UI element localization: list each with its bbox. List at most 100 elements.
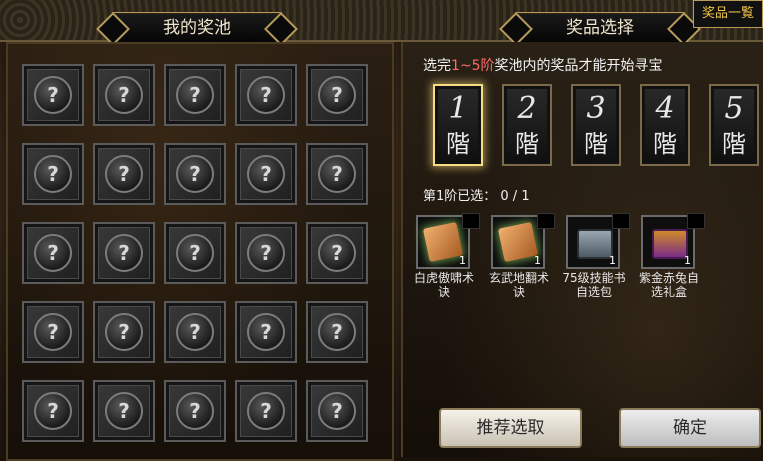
tier-label: 階 [722, 130, 746, 158]
question-icon: ? [247, 392, 285, 430]
tier-number: 5 [724, 91, 744, 126]
pool-slot[interactable]: ? [93, 64, 155, 126]
pool-slot[interactable]: ? [164, 301, 226, 363]
reward-name: 75级技能书自选包 [562, 271, 626, 299]
pool-slot[interactable]: ? [306, 143, 368, 205]
question-icon: ? [318, 76, 356, 114]
question-icon: ? [34, 313, 72, 351]
reward-icon-frame: 1 [641, 213, 705, 269]
reward-item[interactable]: 1 75级技能书自选包 [559, 213, 630, 299]
question-icon: ? [318, 234, 356, 272]
treasure-chest-icon [652, 229, 688, 259]
tier-label: 階 [515, 130, 539, 158]
question-icon: ? [176, 234, 214, 272]
reward-select-panel: 选完1~5阶奖池内的奖品才能开始寻宝 1 階 2 階 3 階 4 階 5 階 第… [401, 42, 763, 457]
question-icon: ? [176, 76, 214, 114]
tier-number: 3 [586, 91, 606, 126]
pool-slot[interactable]: ? [306, 64, 368, 126]
pool-slot[interactable]: ? [235, 143, 297, 205]
reward-list-button[interactable]: 奖品一覧 [693, 0, 763, 28]
question-icon: ? [176, 155, 214, 193]
question-icon: ? [176, 392, 214, 430]
pool-slot[interactable]: ? [93, 380, 155, 442]
question-icon: ? [34, 234, 72, 272]
reward-item[interactable]: 1 紫金赤兔自选礼盒 [634, 213, 705, 299]
selection-progress: 第1阶已选： 0 / 1 [423, 189, 530, 204]
select-checkbox[interactable] [537, 213, 555, 229]
pool-slot[interactable]: ? [164, 222, 226, 284]
instruction-highlight: 1~5阶 [451, 58, 495, 74]
select-checkbox[interactable] [462, 213, 480, 229]
book-icon [422, 221, 464, 263]
pool-slot[interactable]: ? [93, 143, 155, 205]
question-icon: ? [247, 155, 285, 193]
my-pool-panel: ? ? ? ? ? ? ? ? ? ? ? ? ? ? ? ? ? ? ? ? … [6, 42, 394, 461]
tier-2-button[interactable]: 2 階 [502, 84, 552, 166]
select-checkbox[interactable] [612, 213, 630, 229]
pool-slot[interactable]: ? [164, 143, 226, 205]
select-checkbox[interactable] [687, 213, 705, 229]
confirm-button[interactable]: 确定 [619, 408, 761, 448]
tier-1-button[interactable]: 1 階 [433, 84, 483, 166]
tier-number: 2 [517, 91, 537, 126]
chest-icon [577, 229, 613, 259]
pool-slot[interactable]: ? [164, 380, 226, 442]
instruction-suffix: 奖池内的奖品才能开始寻宝 [494, 58, 663, 74]
pool-slot[interactable]: ? [22, 380, 84, 442]
question-icon: ? [247, 76, 285, 114]
reward-item[interactable]: 1 白虎傲啸术诀 [409, 213, 480, 299]
reward-quantity: 1 [684, 254, 691, 267]
tier-5-button[interactable]: 5 階 [709, 84, 759, 166]
recommend-button[interactable]: 推荐选取 [439, 408, 582, 448]
tier-label: 階 [446, 130, 470, 158]
pool-slot[interactable]: ? [164, 64, 226, 126]
pool-slot[interactable]: ? [306, 222, 368, 284]
pool-slot[interactable]: ? [235, 301, 297, 363]
question-icon: ? [176, 313, 214, 351]
book-icon [497, 221, 539, 263]
reward-name: 紫金赤兔自选礼盒 [638, 271, 699, 299]
question-icon: ? [318, 313, 356, 351]
tier-number: 4 [655, 91, 675, 126]
my-pool-title: 我的奖池 [112, 12, 282, 44]
pool-slot[interactable]: ? [22, 301, 84, 363]
question-icon: ? [105, 313, 143, 351]
pool-slot[interactable]: ? [235, 380, 297, 442]
question-icon: ? [105, 155, 143, 193]
pool-slot[interactable]: ? [93, 301, 155, 363]
pool-slot[interactable]: ? [306, 380, 368, 442]
pool-slot[interactable]: ? [22, 64, 84, 126]
tier-label: 階 [653, 130, 677, 158]
pool-slot[interactable]: ? [235, 222, 297, 284]
pool-slot[interactable]: ? [235, 64, 297, 126]
game-screen: 我的奖池 奖品选择 奖品一覧 ? ? ? ? ? ? ? ? ? ? ? ? ?… [0, 0, 763, 461]
pool-slot[interactable]: ? [93, 222, 155, 284]
pool-grid: ? ? ? ? ? ? ? ? ? ? ? ? ? ? ? ? ? ? ? ? … [22, 64, 368, 442]
question-icon: ? [247, 313, 285, 351]
pool-slot[interactable]: ? [306, 301, 368, 363]
instruction-text: 选完1~5阶奖池内的奖品才能开始寻宝 [423, 55, 663, 75]
question-icon: ? [105, 392, 143, 430]
tier-number: 1 [448, 91, 468, 126]
reward-quantity: 1 [459, 254, 466, 267]
reward-quantity: 1 [534, 254, 541, 267]
question-icon: ? [34, 76, 72, 114]
question-icon: ? [318, 392, 356, 430]
question-icon: ? [34, 155, 72, 193]
question-icon: ? [318, 155, 356, 193]
reward-select-title: 奖品选择 [515, 12, 685, 44]
question-icon: ? [34, 392, 72, 430]
instruction-prefix: 选完 [423, 58, 451, 74]
tier-3-button[interactable]: 3 階 [571, 84, 621, 166]
question-icon: ? [105, 234, 143, 272]
tier-4-button[interactable]: 4 階 [640, 84, 690, 166]
reward-icon-frame: 1 [491, 213, 555, 269]
question-icon: ? [105, 76, 143, 114]
pool-slot[interactable]: ? [22, 143, 84, 205]
tier-label: 階 [584, 130, 608, 158]
pool-slot[interactable]: ? [22, 222, 84, 284]
reward-quantity: 1 [609, 254, 616, 267]
reward-item[interactable]: 1 玄武地翻术诀 [484, 213, 555, 299]
reward-name: 玄武地翻术诀 [488, 271, 549, 299]
reward-name: 白虎傲啸术诀 [413, 271, 474, 299]
